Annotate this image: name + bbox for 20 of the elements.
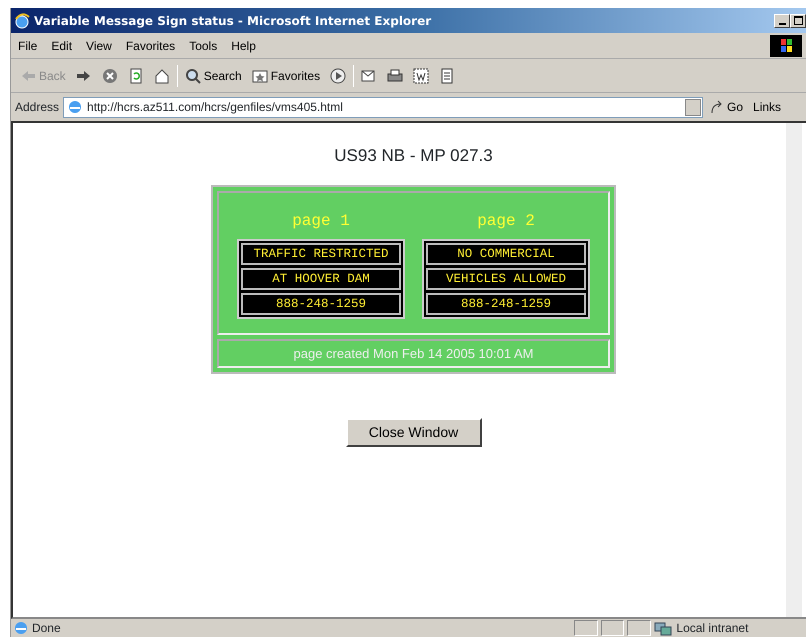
page-title: page 2 [477, 210, 535, 232]
page-title: page 1 [292, 210, 350, 232]
status-text: Done [32, 620, 62, 637]
address-label: Address [15, 99, 60, 116]
favorites-button[interactable]: Favorites [248, 66, 324, 84]
menu-item[interactable]: Tools [182, 36, 224, 54]
search-button[interactable]: Search [182, 66, 245, 84]
menu-item[interactable]: View [79, 36, 119, 54]
created-text: page created Mon Feb 14 2005 10:01 AM [217, 338, 610, 368]
menu-item[interactable]: Edit [44, 36, 80, 54]
sign-heading: US93 NB - MP 027.3 [334, 145, 493, 167]
close-window-button[interactable]: Close Window [346, 418, 482, 447]
go-button[interactable]: Go [707, 98, 746, 116]
menu-item[interactable]: Help [224, 36, 263, 54]
links-button[interactable]: Links [750, 98, 784, 116]
zone-text: Local intranet [676, 620, 748, 637]
window-title: Variable Message Sign status - Microsoft Internet Explorer [34, 12, 432, 30]
address-field[interactable]: http://hcrs.az511.com/hcrs/genfiles/vms405.html [63, 96, 704, 118]
menu-item[interactable]: File [11, 36, 44, 54]
menu-item[interactable]: Favorites [118, 36, 182, 54]
